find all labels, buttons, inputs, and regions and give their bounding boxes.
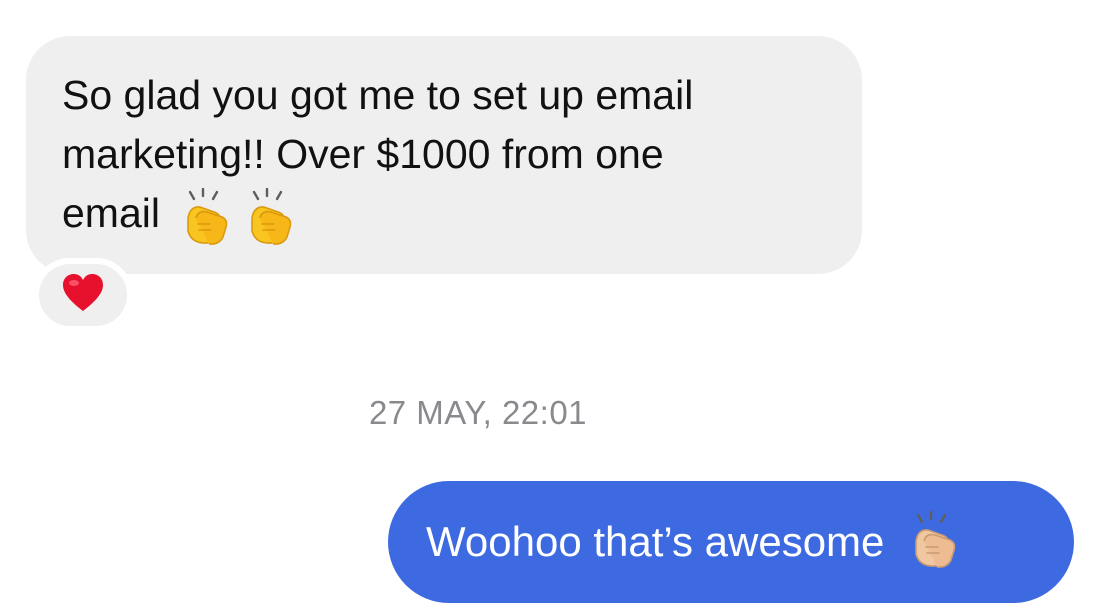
clapping-hands-icon bbox=[904, 510, 962, 574]
clapping-hands-icon bbox=[240, 188, 298, 251]
heart-icon bbox=[62, 273, 104, 318]
clapping-hands-icon bbox=[176, 188, 234, 251]
incoming-message-bubble[interactable]: So glad you got me to set up email marke… bbox=[26, 36, 862, 274]
message-timestamp: 27 MAY, 22:01 bbox=[368, 394, 588, 431]
outgoing-message-text: Woohoo that’s awesome bbox=[426, 518, 885, 565]
outgoing-message-bubble[interactable]: Woohoo that’s awesome bbox=[388, 481, 1074, 603]
reaction-badge[interactable] bbox=[33, 258, 133, 332]
incoming-message-text: So glad you got me to set up email marke… bbox=[62, 72, 694, 236]
